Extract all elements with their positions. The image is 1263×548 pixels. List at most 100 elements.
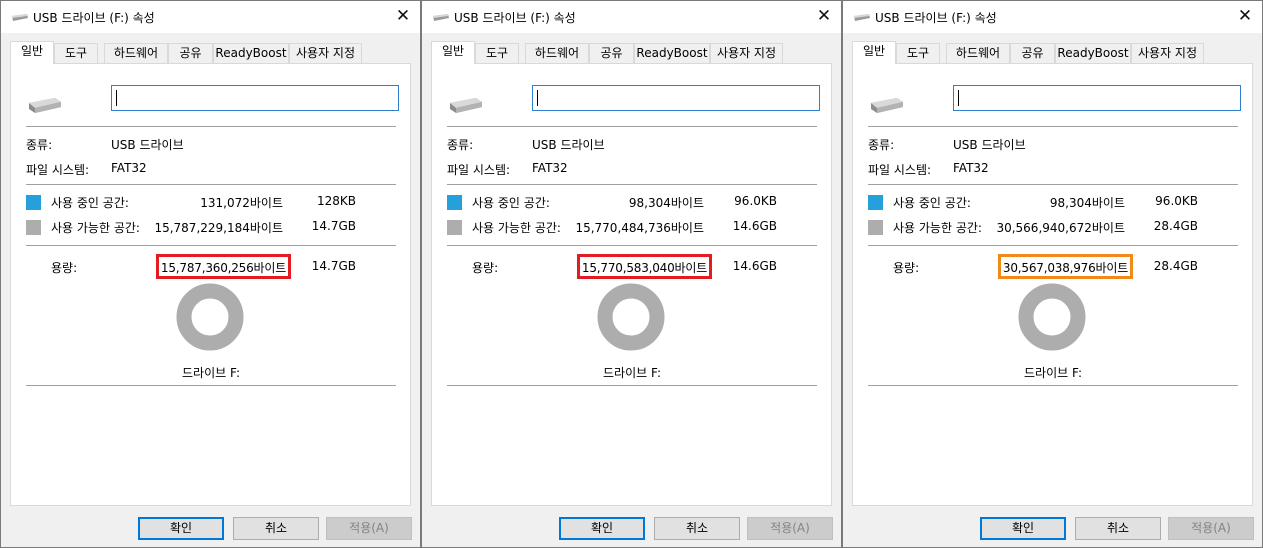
- file-system-label: 파일 시스템:: [447, 163, 511, 177]
- ok-button[interactable]: 확인: [138, 517, 224, 540]
- capacity-bytes: 30,567,038,976바이트: [1002, 261, 1129, 275]
- usb-drive-icon: [433, 14, 449, 21]
- tab-general[interactable]: 일반: [10, 41, 54, 64]
- tab-hardware[interactable]: 하드웨어: [525, 43, 589, 63]
- tab-tools[interactable]: 도구: [896, 43, 940, 63]
- tab-sharing[interactable]: 공유: [589, 43, 634, 63]
- used-space-swatch: [447, 195, 462, 210]
- free-space-label: 사용 가능한 공간:: [472, 221, 561, 235]
- general-panel: 종류: USB 드라이브 파일 시스템: FAT32 사용 중인 공간: 98,…: [431, 63, 832, 506]
- file-system-value: FAT32: [953, 161, 989, 175]
- type-value: USB 드라이브: [532, 138, 605, 152]
- separator: [868, 245, 1238, 246]
- drive-letter-label: 드라이브 F:: [603, 366, 661, 380]
- separator: [868, 385, 1238, 386]
- separator: [26, 385, 396, 386]
- capacity-label: 용량:: [51, 261, 78, 275]
- drive-name-input[interactable]: [953, 85, 1241, 111]
- cancel-button[interactable]: 취소: [1075, 517, 1161, 540]
- used-space-bytes: 98,304바이트: [628, 196, 704, 210]
- drive-letter-label: 드라이브 F:: [1024, 366, 1082, 380]
- separator: [26, 245, 396, 246]
- type-label: 종류:: [447, 138, 474, 152]
- used-space-size: 96.0KB: [734, 194, 777, 208]
- free-space-ring: [597, 283, 665, 351]
- general-panel: 종류: USB 드라이브 파일 시스템: FAT32 사용 중인 공간: 131…: [10, 63, 411, 506]
- used-space-swatch: [26, 195, 41, 210]
- tab-hardware[interactable]: 하드웨어: [946, 43, 1010, 63]
- general-panel: 종류: USB 드라이브 파일 시스템: FAT32 사용 중인 공간: 98,…: [852, 63, 1253, 506]
- tab-sharing[interactable]: 공유: [168, 43, 213, 63]
- title-bar: USB 드라이브 (F:) 속성 ✕: [843, 1, 1262, 33]
- drive-name-input[interactable]: [532, 85, 820, 111]
- free-space-ring: [1018, 283, 1086, 351]
- tab-readyboost[interactable]: ReadyBoost: [634, 43, 710, 63]
- properties-dialog-1: USB 드라이브 (F:) 속성 ✕ 일반 도구 하드웨어 공유 ReadyBo…: [0, 0, 421, 548]
- text-caret: [537, 90, 538, 106]
- separator: [447, 385, 817, 386]
- tab-customize[interactable]: 사용자 지정: [289, 43, 362, 63]
- close-button[interactable]: ✕: [1228, 1, 1262, 32]
- window-title: USB 드라이브 (F:) 속성: [33, 11, 155, 25]
- ok-button[interactable]: 확인: [559, 517, 645, 540]
- tab-general[interactable]: 일반: [852, 41, 896, 64]
- tab-readyboost[interactable]: ReadyBoost: [213, 43, 289, 63]
- text-caret: [958, 90, 959, 106]
- type-label: 종류:: [26, 138, 53, 152]
- tab-general[interactable]: 일반: [431, 41, 475, 64]
- separator: [26, 184, 396, 185]
- used-space-size: 128KB: [316, 194, 356, 208]
- separator: [26, 126, 396, 127]
- usage-donut-chart: [176, 283, 244, 351]
- used-space-size: 96.0KB: [1155, 194, 1198, 208]
- separator: [447, 126, 817, 127]
- separator: [447, 245, 817, 246]
- drive-name-input[interactable]: [111, 85, 399, 111]
- free-space-bytes: 15,770,484,736바이트: [575, 221, 704, 235]
- used-space-label: 사용 중인 공간:: [51, 196, 129, 210]
- capacity-label: 용량:: [893, 261, 920, 275]
- drive-icon: [871, 98, 903, 113]
- cancel-button[interactable]: 취소: [654, 517, 740, 540]
- usb-drive-icon: [12, 14, 28, 21]
- tab-tools[interactable]: 도구: [475, 43, 519, 63]
- capacity-size: 14.7GB: [311, 259, 356, 273]
- free-space-size: 14.6GB: [732, 219, 777, 233]
- tab-hardware[interactable]: 하드웨어: [104, 43, 168, 63]
- type-label: 종류:: [868, 138, 895, 152]
- usb-drive-icon: [854, 14, 870, 21]
- capacity-bytes: 15,787,360,256바이트: [160, 261, 287, 275]
- close-button[interactable]: ✕: [807, 1, 841, 32]
- free-space-label: 사용 가능한 공간:: [893, 221, 982, 235]
- cancel-button[interactable]: 취소: [233, 517, 319, 540]
- tab-customize[interactable]: 사용자 지정: [1131, 43, 1204, 63]
- drive-icon: [29, 98, 61, 113]
- capacity-size: 14.6GB: [732, 259, 777, 273]
- capacity-size: 28.4GB: [1153, 259, 1198, 273]
- free-space-ring: [176, 283, 244, 351]
- used-space-bytes: 98,304바이트: [1049, 196, 1125, 210]
- file-system-value: FAT32: [111, 161, 147, 175]
- drive-icon: [450, 98, 482, 113]
- window-title: USB 드라이브 (F:) 속성: [875, 11, 997, 25]
- properties-dialog-2: USB 드라이브 (F:) 속성 ✕ 일반 도구 하드웨어 공유 ReadyBo…: [421, 0, 842, 548]
- separator: [868, 184, 1238, 185]
- apply-button[interactable]: 적용(A): [747, 517, 833, 540]
- separator: [868, 126, 1238, 127]
- usage-donut-chart: [1018, 283, 1086, 351]
- file-system-label: 파일 시스템:: [26, 163, 90, 177]
- text-caret: [116, 90, 117, 106]
- capacity-label: 용량:: [472, 261, 499, 275]
- tab-customize[interactable]: 사용자 지정: [710, 43, 783, 63]
- tab-tools[interactable]: 도구: [54, 43, 98, 63]
- free-space-bytes: 15,787,229,184바이트: [154, 221, 283, 235]
- free-space-swatch: [447, 220, 462, 235]
- apply-button[interactable]: 적용(A): [1168, 517, 1254, 540]
- ok-button[interactable]: 확인: [980, 517, 1066, 540]
- tab-sharing[interactable]: 공유: [1010, 43, 1055, 63]
- tab-readyboost[interactable]: ReadyBoost: [1055, 43, 1131, 63]
- title-bar: USB 드라이브 (F:) 속성 ✕: [422, 1, 841, 33]
- apply-button[interactable]: 적용(A): [326, 517, 412, 540]
- close-button[interactable]: ✕: [386, 1, 420, 32]
- free-space-swatch: [26, 220, 41, 235]
